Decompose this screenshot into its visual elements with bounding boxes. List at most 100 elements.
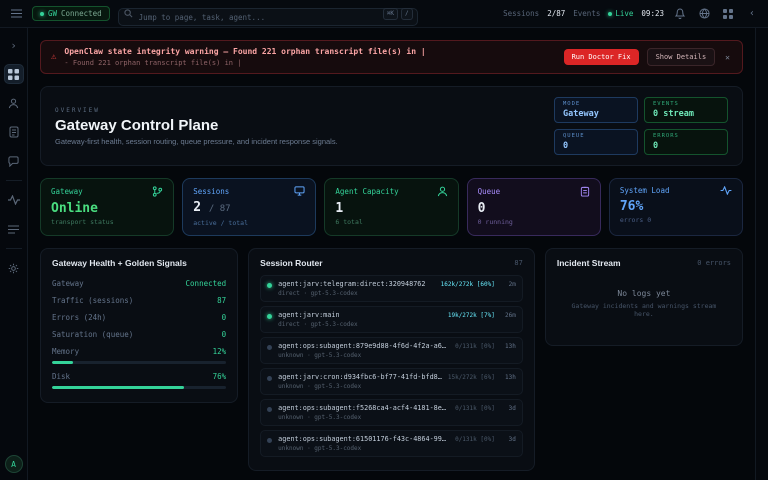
session-agent-meta: direct · gpt-5.3-codex — [278, 290, 434, 297]
sidebar-item-activity[interactable] — [4, 190, 24, 210]
warning-icon: ⚠ — [51, 52, 56, 62]
sessions-kpi-card: Sessions 2 / 87 active / total — [182, 178, 316, 236]
apps-grid-icon[interactable] — [720, 6, 736, 22]
document-icon — [9, 126, 19, 138]
icon-sidebar: › A — [0, 28, 28, 480]
health-row: Traffic (sessions) 87 — [52, 292, 226, 309]
capacity-kpi-title: Agent Capacity — [335, 187, 398, 196]
empty-state-subtitle: Gateway incidents and warnings stream he… — [563, 302, 725, 318]
incident-empty-state: No logs yet Gateway incidents and warnin… — [557, 275, 731, 336]
sidebar-item-tasks[interactable] — [4, 122, 24, 142]
session-age: 26m — [501, 312, 516, 319]
queue-stat-box: QUEUE 0 — [554, 129, 638, 155]
notifications-bell-icon[interactable] — [672, 6, 688, 22]
errors-label: ERRORS — [653, 133, 719, 139]
run-doctor-fix-button[interactable]: Run Doctor Fix — [564, 49, 639, 65]
clipboard-icon — [580, 186, 590, 197]
queue-label: QUEUE — [563, 133, 629, 139]
collapse-panel-chevron[interactable]: ‹ — [744, 6, 760, 22]
sessions-kpi-title: Sessions — [193, 187, 229, 196]
person-icon — [437, 186, 448, 197]
session-row[interactable]: agent:ops:subagent:f5268ca4-acf4-4181-8e… — [260, 399, 523, 426]
gateway-kpi-card: Gateway Online transport status — [40, 178, 174, 236]
session-age: 2m — [501, 281, 516, 288]
health-row: Saturation (queue) 0 — [52, 326, 226, 343]
dashboard-columns: Gateway Health + Golden Signals Gateway … — [40, 248, 743, 471]
session-row[interactable]: agent:jarv:telegram:direct:320948762 dir… — [260, 275, 523, 302]
session-agent-name: agent:jarv:main — [278, 311, 442, 319]
session-agent-name: agent:ops:subagent:61501176-f43c-4864-99… — [278, 435, 449, 443]
mode-label: MODE — [563, 101, 629, 107]
session-row[interactable]: agent:jarv:cron:d934fbc6-bf77-41fd-bfd8…… — [260, 368, 523, 395]
globe-icon[interactable] — [696, 6, 712, 22]
session-router-card: Session Router 87 agent:jarv:telegram:di… — [248, 248, 535, 471]
capacity-kpi-value: 1 — [335, 201, 447, 216]
session-agent-meta: unknown · gpt-5.3-codex — [278, 383, 442, 390]
session-agent-name: agent:ops:subagent:f5268ca4-acf4-4181-8e… — [278, 404, 449, 412]
user-avatar[interactable]: A — [5, 455, 23, 473]
menu-icon[interactable] — [8, 6, 24, 22]
events-stat-box: EVENTS 0 stream — [644, 97, 728, 123]
overview-panel: OVERVIEW Gateway Control Plane Gateway-f… — [40, 86, 743, 166]
global-search: ⌘K / — [118, 5, 418, 23]
search-input[interactable] — [118, 8, 418, 26]
session-token-usage: 19k/272k [7%] — [448, 312, 495, 319]
kbd-slash: / — [401, 8, 413, 20]
alert-text-block: OpenClaw state integrity warning — Found… — [64, 47, 555, 67]
badge-status-label: Connected — [61, 9, 102, 18]
close-icon[interactable]: ✕ — [723, 53, 732, 62]
session-age: 3d — [501, 436, 516, 443]
health-row: Gateway Connected — [52, 275, 226, 292]
session-age: 13h — [501, 374, 516, 381]
session-status-dot — [267, 345, 272, 350]
alert-title: OpenClaw state integrity warning — Found… — [64, 47, 555, 56]
page-title: Gateway Control Plane — [55, 117, 338, 134]
gear-icon — [8, 263, 19, 274]
sidebar-item-dashboard[interactable] — [4, 64, 24, 84]
sidebar-item-inbox[interactable] — [4, 151, 24, 171]
overview-mini-stats: MODE Gateway EVENTS 0 stream QUEUE 0 ERR… — [554, 97, 728, 155]
sessions-kpi-sub: active / total — [193, 219, 305, 227]
gateway-kpi-value: Online — [51, 201, 163, 216]
queue-kpi-title: Queue — [478, 187, 501, 196]
sidebar-item-logs[interactable] — [4, 219, 24, 239]
queue-value: 0 — [563, 141, 629, 151]
system-load-kpi-sub: errors 0 — [620, 216, 732, 224]
activity-pulse-icon — [8, 195, 20, 205]
session-token-usage: 0/131k [0%] — [455, 405, 495, 412]
sidebar-item-settings[interactable] — [4, 258, 24, 278]
top-bar: GW Connected ⌘K / Sessions 2/87 Events L… — [0, 0, 768, 28]
sessions-kpi-total: / 87 — [209, 204, 231, 214]
session-age: 3d — [501, 405, 516, 412]
session-agent-meta: direct · gpt-5.3-codex — [278, 321, 442, 328]
system-load-kpi-value: 76% — [620, 199, 732, 214]
sessions-count: 2/87 — [547, 9, 565, 18]
session-agent-meta: unknown · gpt-5.3-codex — [278, 445, 449, 452]
session-status-dot — [267, 314, 272, 319]
kpi-row: Gateway Online transport status Sessions… — [40, 178, 743, 236]
session-status-dot — [267, 438, 272, 443]
session-token-usage: 15k/272k [6%] — [448, 374, 495, 381]
session-agent-name: agent:jarv:telegram:direct:320948762 — [278, 280, 434, 288]
session-row[interactable]: agent:jarv:main direct · gpt-5.3-codex 1… — [260, 306, 523, 333]
gateway-connected-badge[interactable]: GW Connected — [32, 6, 110, 21]
right-panel-strip[interactable] — [755, 28, 768, 480]
health-card-title: Gateway Health + Golden Signals — [52, 258, 187, 268]
incident-error-count: 0 errors — [697, 259, 731, 267]
session-row[interactable]: agent:ops:subagent:61501176-f43c-4864-99… — [260, 430, 523, 457]
dashboard-grid-icon — [8, 69, 19, 80]
clock: 09:23 — [641, 9, 664, 18]
capacity-kpi-card: Agent Capacity 1 6 total — [324, 178, 458, 236]
live-label: Live — [615, 9, 633, 18]
status-dot-icon — [40, 12, 44, 16]
incident-stream-title: Incident Stream — [557, 258, 621, 268]
sidebar-item-agents[interactable] — [4, 93, 24, 113]
activity-pulse-icon — [720, 186, 732, 195]
show-details-button[interactable]: Show Details — [647, 48, 716, 66]
session-row[interactable]: agent:ops:subagent:879e9d88-4f6d-4f2a-a6… — [260, 337, 523, 364]
events-value: 0 stream — [653, 109, 719, 119]
badge-gw-label: GW — [48, 9, 57, 18]
sidebar-expand-chevron[interactable]: › — [4, 35, 24, 55]
gateway-kpi-sub: transport status — [51, 218, 163, 226]
session-agent-meta: unknown · gpt-5.3-codex — [278, 414, 449, 421]
